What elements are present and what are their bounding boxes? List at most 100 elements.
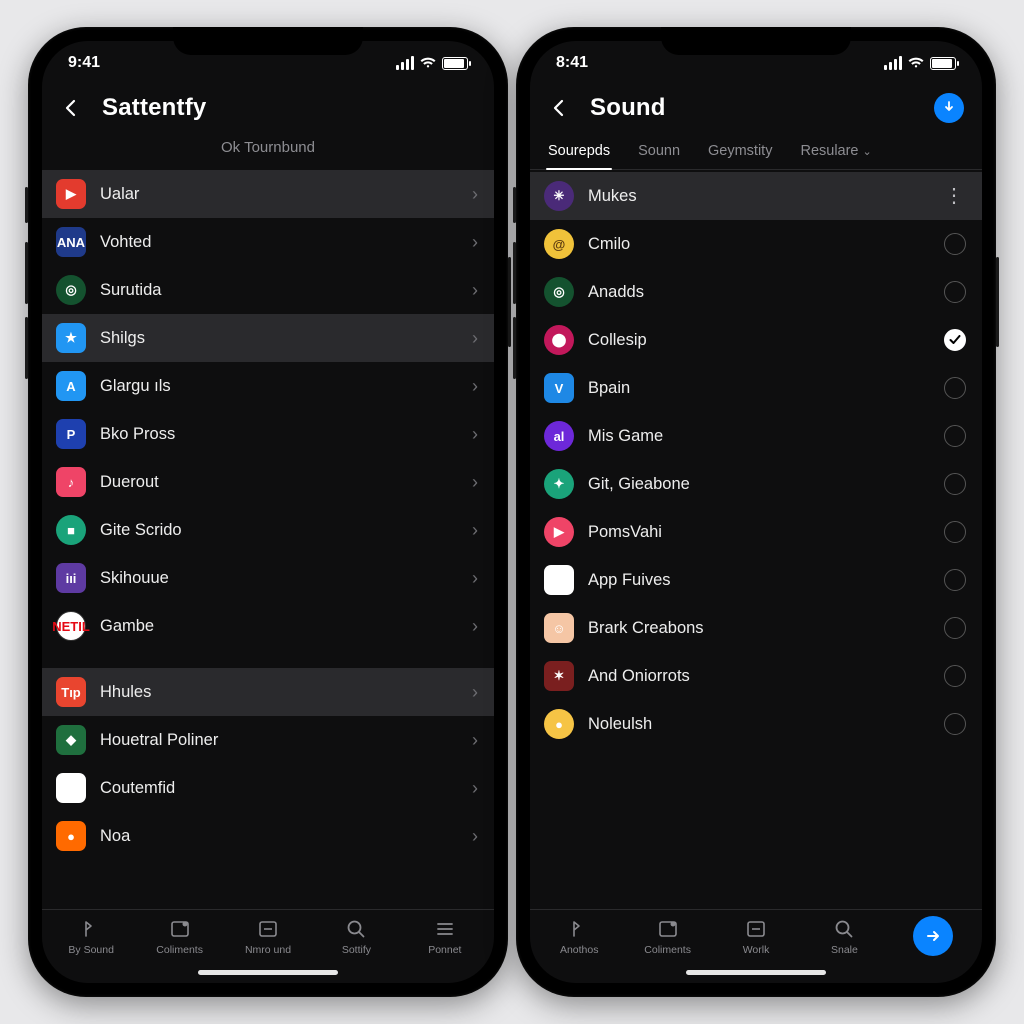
nav-label: Coliments bbox=[156, 944, 203, 956]
list-item-label: Mis Game bbox=[588, 427, 930, 446]
list-item[interactable]: NETILGambe› bbox=[42, 602, 494, 650]
list-item[interactable]: ✳Mukes⋮ bbox=[530, 172, 982, 220]
list-item[interactable]: ✶And Oniorrots bbox=[530, 652, 982, 700]
list-item[interactable]: alMis Game bbox=[530, 412, 982, 460]
list-item[interactable]: ☺Brark Creabons bbox=[530, 604, 982, 652]
list-item[interactable]: ◧Coutemfid› bbox=[42, 764, 494, 812]
list-item[interactable]: ANAVohted› bbox=[42, 218, 494, 266]
phone-right: 8:41 Sound Sourepds Sounn Geymstity Resular… bbox=[516, 27, 996, 997]
radio-option[interactable] bbox=[944, 713, 966, 735]
nav-button[interactable]: Coliments bbox=[624, 918, 710, 956]
list-item-label: Shilgs bbox=[100, 329, 458, 348]
nav-button[interactable]: Anothos bbox=[536, 918, 622, 956]
nav-button[interactable]: Nmro und bbox=[225, 918, 311, 956]
list-item[interactable]: ◆Houetral Poliner› bbox=[42, 716, 494, 764]
screen-right: 8:41 Sound Sourepds Sounn Geymstity Resular… bbox=[530, 41, 982, 983]
nav-button[interactable]: Coliments bbox=[136, 918, 222, 956]
list-item[interactable]: ▶PomsVahi bbox=[530, 508, 982, 556]
sound-list[interactable]: ✳Mukes⋮ @ Cmilo ◎Anadds⬤CollesipVBpainalMis… bbox=[530, 170, 982, 909]
sound-icon: ✦ bbox=[544, 469, 574, 499]
list-item-label: Cmilo bbox=[588, 235, 930, 254]
list-item[interactable]: VBpain bbox=[530, 364, 982, 412]
nav-icon bbox=[567, 918, 591, 940]
nav-icon bbox=[168, 918, 192, 940]
radio-option[interactable] bbox=[944, 569, 966, 591]
home-indicator[interactable] bbox=[686, 970, 826, 975]
list-item-label: Surutida bbox=[100, 281, 458, 300]
app-icon: iıi bbox=[56, 563, 86, 593]
nav-label: Sottify bbox=[342, 944, 371, 956]
nav-button[interactable]: Ponnet bbox=[402, 918, 488, 956]
radio-option[interactable] bbox=[944, 425, 966, 447]
list-item[interactable]: ●Noleulsh bbox=[530, 700, 982, 748]
list-item[interactable]: ⬤Collesip bbox=[530, 316, 982, 364]
app-icon: ♪ bbox=[56, 467, 86, 497]
app-icon: NETIL bbox=[56, 611, 86, 641]
list-item-label: App Fuives bbox=[588, 571, 930, 590]
chevron-right-icon: › bbox=[472, 827, 478, 845]
list-item[interactable]: ■Gite Scrido› bbox=[42, 506, 494, 554]
radio-option[interactable] bbox=[944, 665, 966, 687]
wifi-icon bbox=[420, 57, 436, 69]
list-item[interactable]: ●Noa› bbox=[42, 812, 494, 860]
list-item-label: Houetral Poliner bbox=[100, 731, 458, 750]
nav-label: By Sound bbox=[68, 944, 114, 956]
list-item[interactable]: PBko Pross› bbox=[42, 410, 494, 458]
nav-label: Worlk bbox=[743, 944, 770, 956]
list-item[interactable]: iıiSkihouue› bbox=[42, 554, 494, 602]
nav-fab[interactable] bbox=[890, 918, 976, 956]
radio-option[interactable] bbox=[944, 281, 966, 303]
nav-button[interactable]: Worlk bbox=[713, 918, 799, 956]
nav-icon bbox=[433, 918, 457, 940]
app-icon: ▶ bbox=[56, 179, 86, 209]
radio-option[interactable] bbox=[944, 377, 966, 399]
home-indicator[interactable] bbox=[198, 970, 338, 975]
radio-option[interactable] bbox=[944, 473, 966, 495]
battery-icon bbox=[442, 57, 468, 70]
app-icon: ◎ bbox=[56, 275, 86, 305]
back-button[interactable] bbox=[54, 91, 88, 125]
radio-option[interactable] bbox=[944, 617, 966, 639]
sound-icon: ✶ bbox=[544, 661, 574, 691]
back-button[interactable] bbox=[542, 91, 576, 125]
list-item-label: Noleulsh bbox=[588, 715, 930, 734]
page-title: Sound bbox=[590, 94, 666, 122]
list-item[interactable]: ▶Ualar› bbox=[42, 170, 494, 218]
list-item[interactable]: ✦Git, Gieabone bbox=[530, 460, 982, 508]
arrow-right-icon bbox=[913, 916, 953, 956]
header: Sound bbox=[530, 85, 982, 135]
list-item[interactable]: ★Shilgs› bbox=[42, 314, 494, 362]
list-item[interactable]: ◎Anadds bbox=[530, 268, 982, 316]
nav-button[interactable]: Sottify bbox=[313, 918, 399, 956]
app-icon: A bbox=[56, 371, 86, 401]
radio-option[interactable] bbox=[944, 329, 966, 351]
status-time: 9:41 bbox=[68, 54, 100, 72]
status-bar: 8:41 bbox=[530, 41, 982, 85]
chevron-right-icon: › bbox=[472, 779, 478, 797]
tab[interactable]: Sounn bbox=[636, 135, 682, 169]
tab[interactable]: Sourepds bbox=[546, 135, 612, 169]
list-item[interactable]: ◎Surutida› bbox=[42, 266, 494, 314]
battery-icon bbox=[930, 57, 956, 70]
sound-icon: @ bbox=[544, 229, 574, 259]
list-item[interactable]: AGlargu ıls› bbox=[42, 362, 494, 410]
list-item[interactable]: ▶App Fuives bbox=[530, 556, 982, 604]
tab[interactable]: Resulare⌄ bbox=[798, 135, 873, 169]
nav-button[interactable]: By Sound bbox=[48, 918, 134, 956]
radio-option[interactable] bbox=[944, 521, 966, 543]
app-list[interactable]: ▶Ualar›ANAVohted›◎Surutida›★Shilgs›AGlar… bbox=[42, 168, 494, 909]
header-action-button[interactable] bbox=[934, 93, 964, 123]
nav-label: Nmro und bbox=[245, 944, 291, 956]
radio-option[interactable] bbox=[944, 233, 966, 255]
screen-left: 9:41 Sattentfy Ok Tournbund ▶Ualar›ANAVo… bbox=[42, 41, 494, 983]
chevron-right-icon: › bbox=[472, 185, 478, 203]
app-icon: ● bbox=[56, 821, 86, 851]
tab[interactable]: Geymstity bbox=[706, 135, 774, 169]
list-item[interactable]: ♪Duerout› bbox=[42, 458, 494, 506]
nav-button[interactable]: Snale bbox=[801, 918, 887, 956]
app-icon: ■ bbox=[56, 515, 86, 545]
chevron-right-icon: › bbox=[472, 329, 478, 347]
list-item[interactable]: TıpHhules› bbox=[42, 668, 494, 716]
nav-icon bbox=[79, 918, 103, 940]
list-item[interactable]: @ Cmilo bbox=[530, 220, 982, 268]
